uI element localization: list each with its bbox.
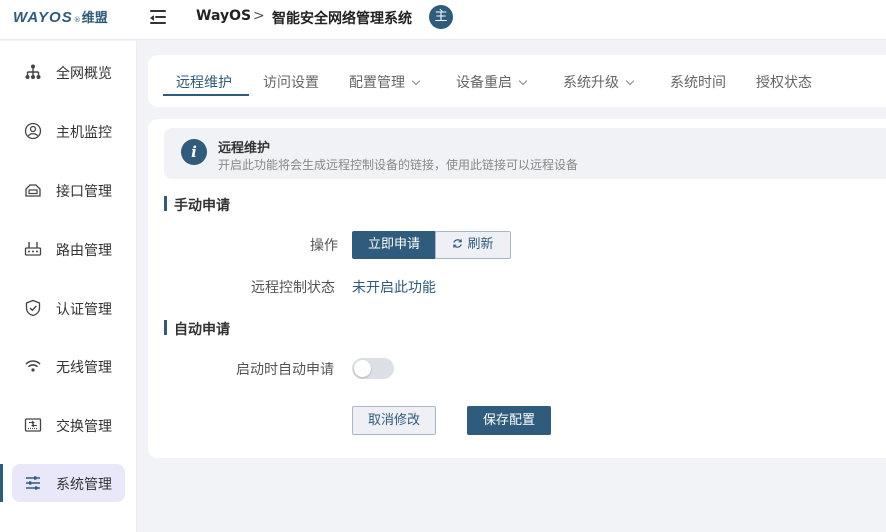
logo-chinese-text: 维盟 bbox=[81, 11, 108, 26]
section-marker bbox=[164, 196, 167, 211]
tab-license-status[interactable]: 授权状态 bbox=[756, 72, 812, 92]
refresh-icon bbox=[453, 239, 463, 248]
info-title: 远程维护 bbox=[218, 141, 271, 156]
sidebar-item-label: 无线管理 bbox=[56, 360, 112, 376]
sliders-icon bbox=[26, 476, 40, 490]
tab-device-restart[interactable]: 设备重启 bbox=[456, 72, 528, 92]
logo-text: WAYOS bbox=[13, 9, 73, 26]
sidebar-item-label: 主机监控 bbox=[56, 125, 112, 141]
apply-now-button[interactable]: 立即申请 bbox=[352, 231, 436, 259]
shield-check-icon bbox=[25, 299, 41, 317]
refresh-label: 刷新 bbox=[467, 237, 494, 252]
wifi-icon bbox=[25, 360, 41, 372]
sidebar-item-wireless[interactable]: 无线管理 bbox=[12, 347, 125, 385]
breadcrumb-separator: > bbox=[253, 8, 265, 24]
router-icon bbox=[24, 242, 42, 256]
tab-system-upgrade[interactable]: 系统升级 bbox=[563, 72, 635, 92]
sidebar-item-routing[interactable]: 路由管理 bbox=[12, 230, 125, 268]
menu-toggle-icon[interactable] bbox=[150, 9, 168, 25]
sidebar-active-indicator bbox=[0, 464, 3, 502]
section-title-manual: 手动申请 bbox=[174, 198, 230, 214]
save-config-button[interactable]: 保存配置 bbox=[467, 406, 551, 435]
refresh-button[interactable]: 刷新 bbox=[435, 231, 511, 259]
info-description: 开启此功能将会生成远程控制设备的链接，使用此链接可以远程设备 bbox=[218, 158, 579, 172]
chevron-down-icon bbox=[411, 76, 421, 86]
interface-icon bbox=[25, 184, 41, 197]
wayos-logo[interactable]: WAYOS ® 维盟 bbox=[13, 7, 108, 27]
sidebar-item-label: 认证管理 bbox=[56, 302, 112, 318]
sidebar-item-host-monitor[interactable]: 主机监控 bbox=[12, 112, 125, 150]
user-avatar[interactable]: 主 bbox=[429, 5, 453, 29]
network-topology-icon bbox=[25, 64, 41, 79]
sidebar-item-label: 系统管理 bbox=[56, 477, 112, 493]
sidebar-item-label: 接口管理 bbox=[56, 184, 112, 200]
tab-label: 设备重启 bbox=[456, 75, 512, 91]
sidebar-item-label: 路由管理 bbox=[56, 243, 112, 259]
toggle-knob bbox=[354, 360, 371, 377]
operation-label: 操作 bbox=[310, 238, 338, 254]
logo-registered-mark: ® bbox=[73, 16, 81, 24]
chevron-down-icon bbox=[625, 76, 635, 86]
sidebar-item-system[interactable]: 系统管理 bbox=[12, 464, 125, 502]
sidebar-item-label: 交换管理 bbox=[56, 419, 112, 435]
sidebar-item-network-overview[interactable]: 全网概览 bbox=[12, 53, 125, 91]
active-tab-underline bbox=[163, 94, 249, 96]
tab-config-management[interactable]: 配置管理 bbox=[349, 72, 421, 92]
tab-system-time[interactable]: 系统时间 bbox=[670, 72, 726, 92]
breadcrumb-root[interactable]: WayOS bbox=[196, 8, 251, 24]
status-label: 远程控制状态 bbox=[251, 280, 335, 296]
user-circle-icon bbox=[24, 122, 42, 140]
sidebar-item-interface[interactable]: 接口管理 bbox=[12, 171, 125, 209]
cancel-changes-button[interactable]: 取消修改 bbox=[352, 406, 436, 435]
switch-icon bbox=[24, 418, 42, 432]
section-marker bbox=[164, 320, 167, 335]
remote-status-value: 未开启此功能 bbox=[352, 280, 436, 296]
section-title-auto: 自动申请 bbox=[174, 322, 230, 338]
info-icon: i bbox=[181, 139, 207, 165]
breadcrumb-current: 智能安全网络管理系统 bbox=[272, 11, 412, 27]
tab-label: 配置管理 bbox=[349, 75, 405, 91]
chevron-down-icon bbox=[518, 76, 528, 86]
tab-access-settings[interactable]: 访问设置 bbox=[263, 72, 319, 92]
tab-label: 系统升级 bbox=[563, 75, 619, 91]
top-bar: WAYOS ® 维盟 WayOS > 智能安全网络管理系统 主 bbox=[0, 0, 886, 40]
sidebar-item-auth[interactable]: 认证管理 bbox=[12, 289, 125, 327]
sidebar: 全网概览 主机监控 接口管理 路由管理 认证管理 无线管理 交换管理 系统管理 bbox=[0, 41, 137, 532]
sidebar-item-label: 全网概览 bbox=[56, 66, 112, 82]
auto-apply-toggle[interactable] bbox=[352, 358, 394, 379]
tab-remote-maintenance[interactable]: 远程维护 bbox=[176, 72, 232, 92]
auto-apply-label: 启动时自动申请 bbox=[236, 362, 334, 378]
sidebar-item-switch[interactable]: 交换管理 bbox=[12, 406, 125, 444]
